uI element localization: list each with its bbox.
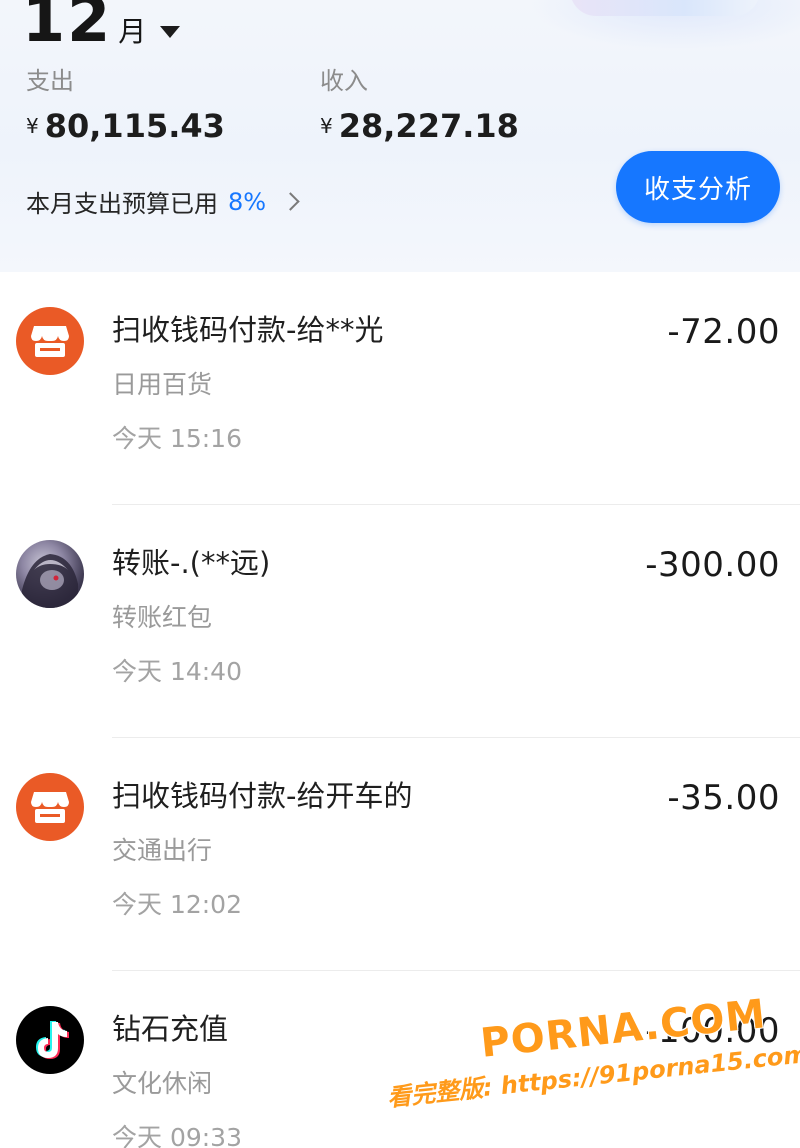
transaction-item[interactable]: 钻石充值 文化休闲 今天 09:33 -100.00 (0, 971, 800, 1148)
transaction-item[interactable]: 转账-.(**远) 转账红包 今天 14:40 -300.00 (0, 505, 800, 738)
summary-header: 12 月 支出 ¥80,115.43 收入 ¥28,227.18 本月支出预算已… (0, 0, 800, 272)
transaction-amount: -100.00 (645, 1011, 780, 1051)
transaction-category: 文化休闲 (112, 1069, 213, 1098)
expense-amount: ¥80,115.43 (26, 106, 225, 146)
transaction-category: 转账红包 (112, 603, 213, 632)
currency-symbol: ¥ (26, 114, 39, 138)
transaction-time: 今天 09:33 (112, 1123, 242, 1148)
tiktok-icon (16, 1006, 84, 1074)
shop-icon (16, 773, 84, 841)
income-expense-analysis-button[interactable]: 收支分析 (616, 151, 780, 223)
transaction-category: 日用百货 (112, 370, 213, 399)
top-right-decoration (570, 0, 760, 16)
transaction-amount: -300.00 (645, 545, 780, 585)
transaction-list: 扫收钱码付款-给**光 日用百货 今天 15:16 -72.00 转账-.(**… (0, 272, 800, 1148)
transaction-title: 扫收钱码付款-给**光 (112, 313, 384, 347)
month-unit: 月 (118, 15, 147, 48)
currency-symbol: ¥ (320, 114, 333, 138)
transaction-item[interactable]: 扫收钱码付款-给**光 日用百货 今天 15:16 -72.00 (0, 272, 800, 505)
income-label: 收入 (320, 67, 368, 95)
transaction-title: 转账-.(**远) (112, 546, 271, 580)
income-value: 28,227.18 (338, 107, 519, 145)
income-summary: 收入 ¥28,227.18 (320, 66, 519, 146)
budget-usage-link[interactable]: 本月支出预算已用 8% (26, 184, 300, 219)
transaction-title: 钻石充值 (112, 1012, 229, 1046)
month-selector[interactable]: 12 月 (22, 0, 181, 56)
shop-icon (16, 307, 84, 375)
budget-percent: 8% (228, 187, 267, 216)
transaction-time: 今天 12:02 (112, 890, 242, 919)
billing-page: 12 月 支出 ¥80,115.43 收入 ¥28,227.18 本月支出预算已… (0, 0, 800, 1148)
month-number: 12 (22, 0, 113, 56)
user-avatar (16, 540, 84, 608)
income-amount: ¥28,227.18 (320, 106, 519, 146)
transaction-title: 扫收钱码付款-给开车的 (112, 779, 413, 813)
transaction-time: 今天 15:16 (112, 424, 242, 453)
transaction-item[interactable]: 扫收钱码付款-给开车的 交通出行 今天 12:02 -35.00 (0, 738, 800, 971)
transaction-amount: -72.00 (667, 312, 780, 352)
transaction-time: 今天 14:40 (112, 657, 242, 686)
transaction-category: 交通出行 (112, 836, 213, 865)
budget-text: 本月支出预算已用 (26, 190, 218, 218)
expense-value: 80,115.43 (44, 107, 225, 145)
chevron-right-icon (281, 192, 300, 211)
expense-label: 支出 (26, 67, 74, 95)
expense-summary: 支出 ¥80,115.43 (26, 66, 225, 146)
transaction-amount: -35.00 (667, 778, 780, 818)
caret-down-icon[interactable] (160, 26, 181, 38)
